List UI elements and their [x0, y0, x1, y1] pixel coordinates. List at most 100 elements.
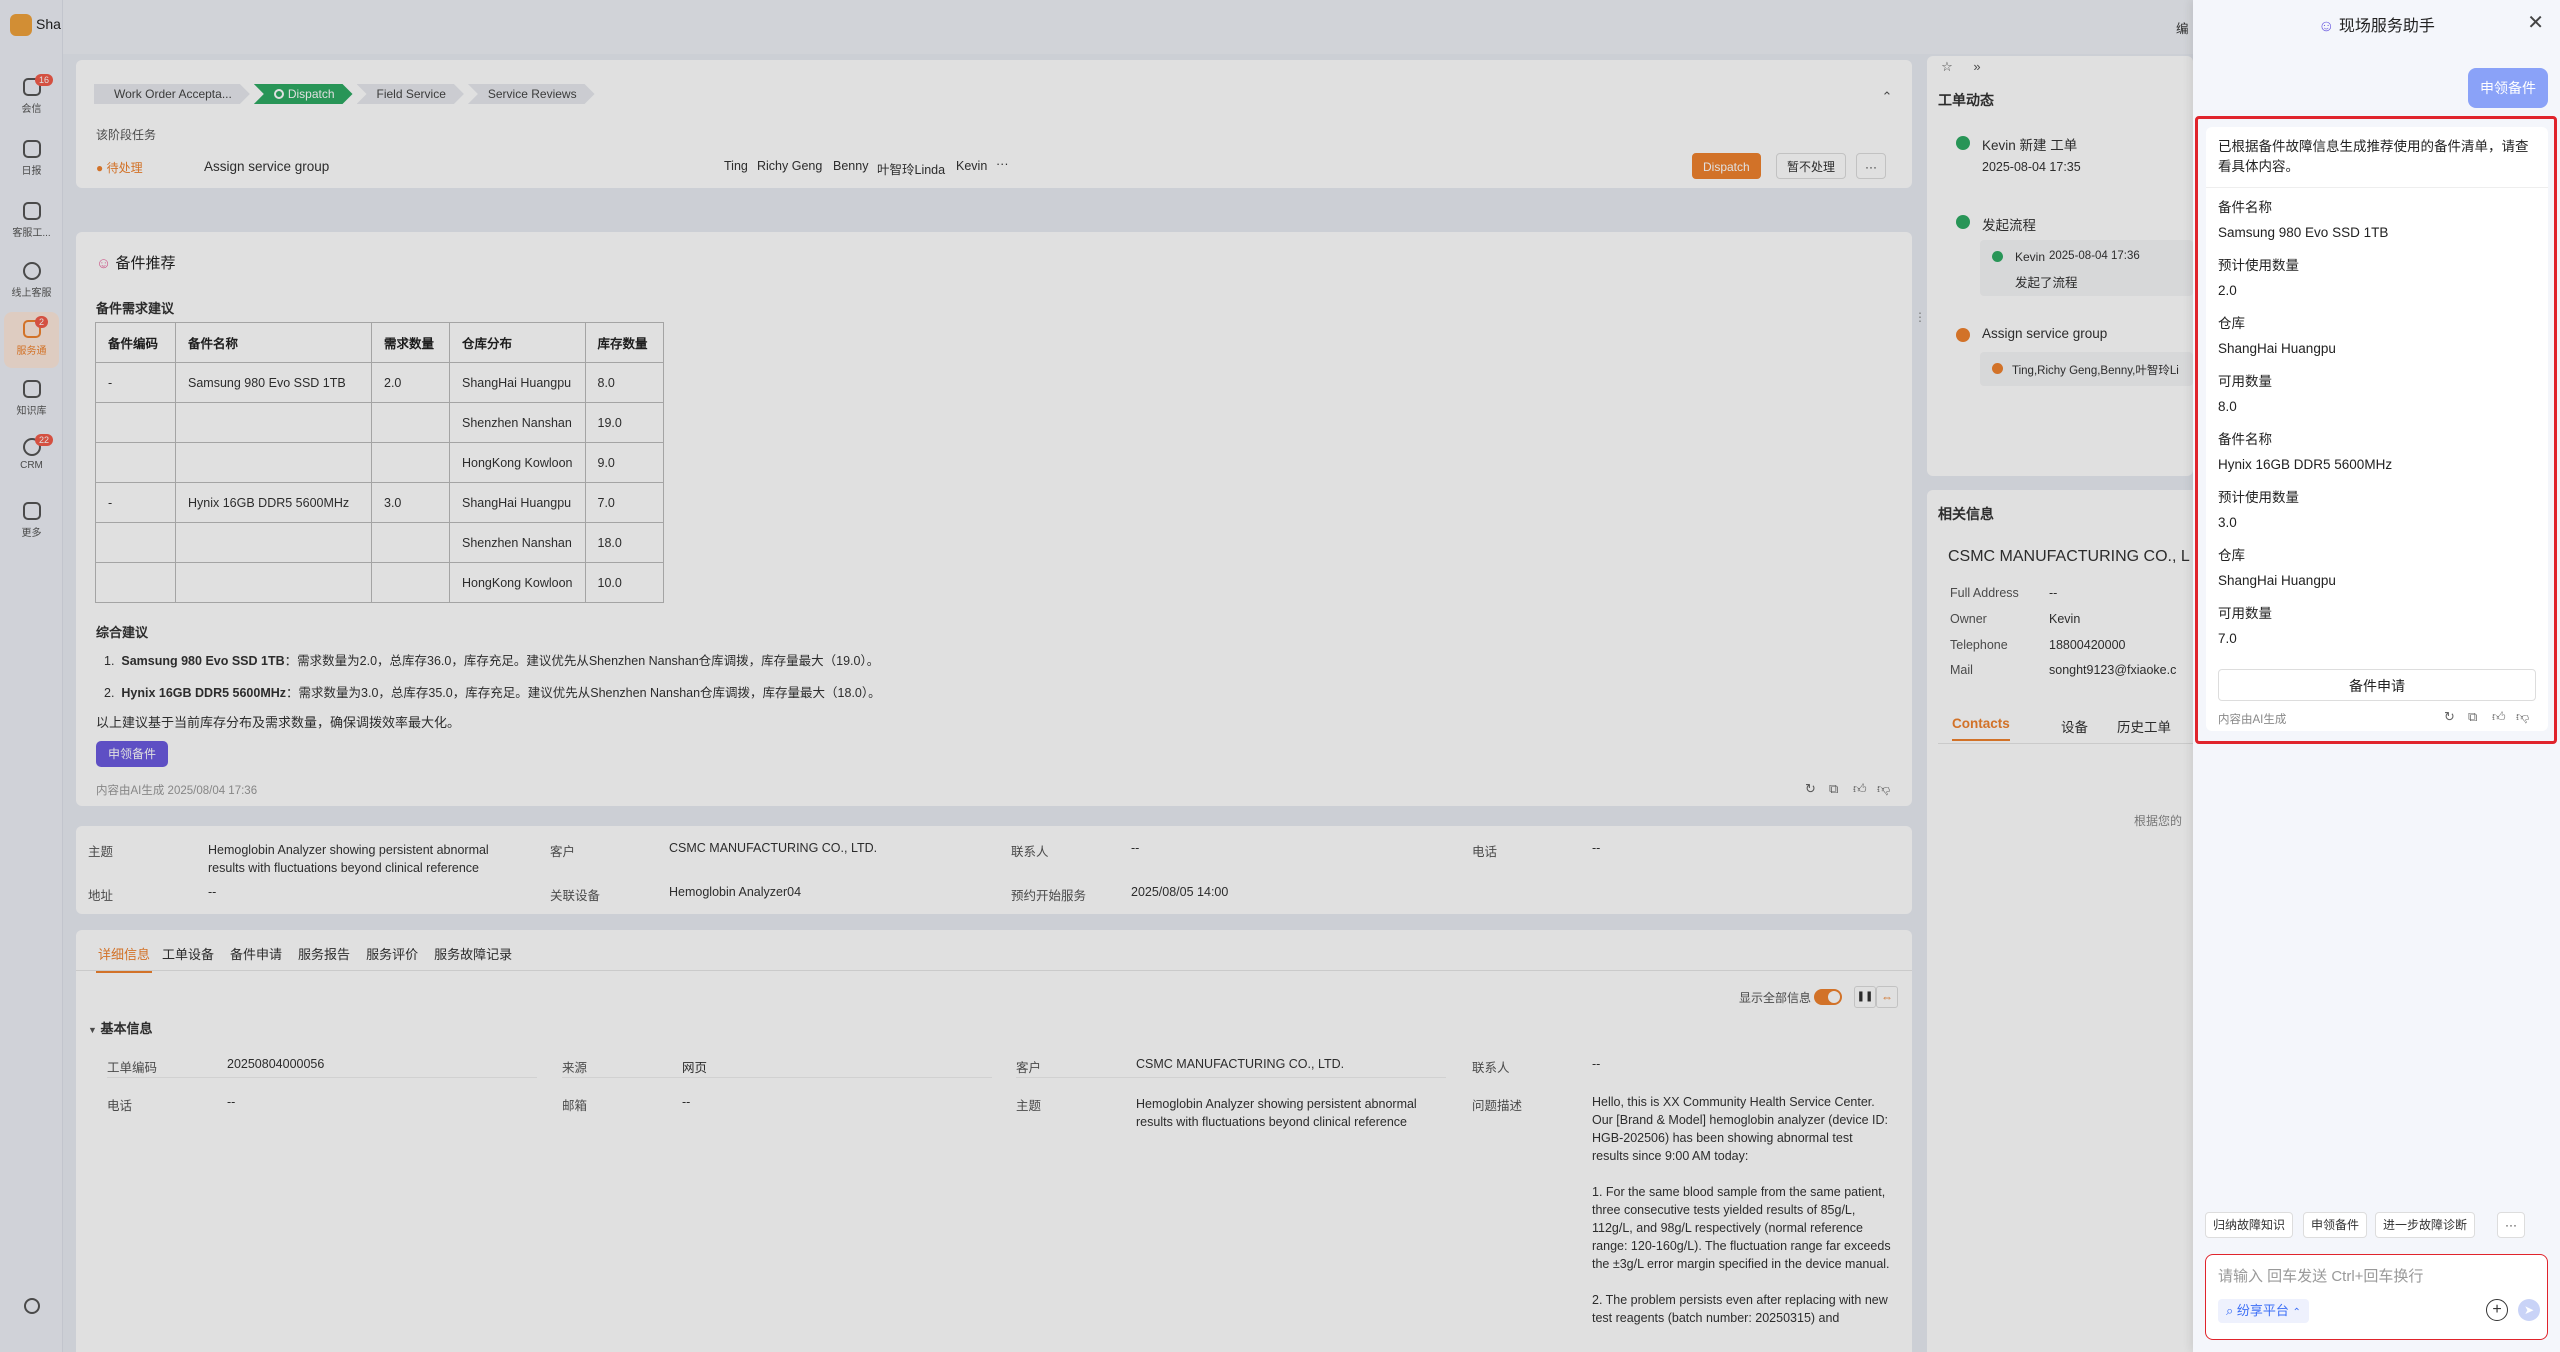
nav-label: 服务通 [16, 346, 47, 357]
apply-parts-button[interactable]: 申领备件 [96, 741, 169, 767]
nav-item-service-ticket[interactable]: 客服工... [0, 202, 63, 239]
stage-reviews[interactable]: Service Reviews [468, 84, 595, 104]
tab-details[interactable]: 详细信息 [96, 944, 153, 973]
pin-icon[interactable]: ☆ [1940, 60, 1954, 74]
parts-apply-button[interactable]: 备件申请 [2218, 669, 2536, 701]
show-all-toggle[interactable] [1814, 989, 1842, 1005]
refresh-icon[interactable]: ↻ [2444, 709, 2455, 725]
nav-item-daily[interactable]: 日报 [0, 140, 63, 177]
ai-field-label: 仓库 [2218, 316, 2245, 331]
timeline-sub-user: Kevin [2015, 250, 2046, 264]
stage-accept[interactable]: Work Order Accepta... [94, 84, 250, 104]
dispatch-button[interactable]: Dispatch [1692, 153, 1761, 179]
chip-apply-parts[interactable]: 申领备件 [2303, 1212, 2368, 1238]
basic-info-header[interactable]: ▼ 基本信息 [88, 1018, 153, 1037]
chip-further-diagnosis[interactable]: 进一步故障诊断 [2375, 1212, 2476, 1238]
ai-generated-note: 内容由AI生成 2025/08/04 17:36 [96, 785, 258, 797]
assignee-link[interactable]: Richy Geng [757, 159, 822, 173]
nav-item-crm[interactable]: 22 CRM [0, 434, 63, 471]
assignee-link[interactable]: 叶智玲Linda [877, 159, 945, 178]
app-name: Sha [36, 16, 61, 32]
tab-service-review[interactable]: 服务评价 [366, 944, 418, 973]
collapse-icon[interactable]: ⌃ [1880, 90, 1894, 104]
task-menu-button[interactable]: ··· [1856, 153, 1886, 179]
device-link[interactable]: Hemoglobin Analyzer04 [669, 885, 801, 899]
copy-icon[interactable]: ⧉ [2468, 709, 2477, 725]
tab-service-report[interactable]: 服务报告 [298, 944, 350, 973]
nav-item-knowledge[interactable]: 知识库 [0, 380, 63, 417]
table-cell: Shenzhen Nanshan [449, 402, 586, 443]
table-cell: HongKong Kowloon [449, 442, 586, 483]
assignee-link[interactable]: Kevin [956, 159, 987, 173]
send-icon[interactable]: ➤ [2518, 1299, 2540, 1321]
assignee-link[interactable]: Ting [724, 159, 748, 173]
related-tab-devices[interactable]: 设备 [2061, 716, 2088, 736]
related-address-value: -- [2049, 586, 2058, 600]
ai-field-value: Samsung 980 Evo SSD 1TB [2218, 225, 2389, 240]
related-tab-history[interactable]: 历史工单 [2117, 716, 2171, 736]
hold-button[interactable]: 暂不处理 [1776, 153, 1847, 179]
nav-item-service-hub[interactable]: 2 服务通 [0, 312, 63, 368]
chip-more[interactable]: ··· [2497, 1212, 2525, 1238]
timeline-event-title: Kevin 新建 工单 [1982, 138, 2078, 153]
thumbs-up-icon[interactable]: 👍︎ [2492, 709, 2506, 725]
description-paragraph: Hello, this is XX Community Health Servi… [1592, 1095, 1888, 1163]
tab-fault-records[interactable]: 服务故障记录 [434, 944, 512, 973]
chip-summarize-knowledge[interactable]: 归纳故障知识 [2205, 1212, 2294, 1238]
thumbs-up-icon[interactable]: 👍︎ [1853, 781, 1867, 797]
description-label: 问题描述 [1472, 1099, 1523, 1113]
ai-field-value: ShangHai Huangpu [2218, 341, 2336, 356]
ai-field-label: 预计使用数量 [2218, 258, 2299, 273]
row-layout-icon[interactable]: ⇔ [1876, 986, 1898, 1008]
row-divider [562, 1077, 992, 1078]
source-label: 来源 [562, 1061, 588, 1075]
ai-field-label: 可用数量 [2218, 374, 2272, 389]
nav-item-online-service[interactable]: 线上客服 [0, 262, 63, 299]
tab-divider [76, 970, 1912, 971]
nav-item-more[interactable]: 更多 [0, 502, 63, 539]
refresh-icon[interactable]: ↻ [1805, 781, 1816, 797]
nav-label: 客服工... [12, 228, 51, 239]
drag-handle[interactable]: ⋮ [1914, 310, 1926, 332]
summary-title: 综合建议 [96, 625, 149, 640]
customer-link[interactable]: CSMC MANUFACTURING CO., LTD. [669, 841, 877, 855]
timeline-sub-action: 发起了流程 [2015, 276, 2078, 290]
check-icon [1956, 136, 1970, 150]
table-cell: ShangHai Huangpu [449, 362, 586, 403]
ai-field-value: 8.0 [2218, 399, 2237, 414]
check-icon [1992, 251, 2003, 262]
column-layout-icon[interactable]: ❚❚ [1854, 986, 1876, 1008]
thumbs-down-icon[interactable]: 👎︎ [2516, 709, 2529, 725]
basic-customer-link[interactable]: CSMC MANUFACTURING CO., LTD. [1136, 1057, 1344, 1071]
tab-parts-request[interactable]: 备件申请 [230, 944, 282, 973]
more-assignees[interactable]: ··· [996, 157, 1009, 171]
stage-field-service[interactable]: Field Service [357, 84, 464, 104]
assignee-link[interactable]: Benny [833, 159, 868, 173]
thumbs-down-icon[interactable]: 👎︎ [1877, 781, 1890, 797]
add-icon[interactable]: + [2486, 1299, 2508, 1321]
header-edit-label[interactable]: 编 [2176, 18, 2189, 37]
stage-dispatch[interactable]: Dispatch [254, 84, 353, 104]
platform-select[interactable]: ⌕ 纷享平台 ⌃ [2218, 1299, 2309, 1323]
nav-badge: 22 [35, 434, 54, 446]
timeline-sub-people: Ting,Richy Geng,Benny,叶智玲Li [2012, 365, 2179, 377]
stage-dispatch-label: Dispatch [287, 87, 335, 101]
table-cell: 2.0 [371, 362, 450, 403]
recommend-title-row: ☺ 备件推荐 [96, 252, 176, 273]
timeline-title: 工单动态 [1938, 92, 1994, 108]
nav-badge: 16 [35, 74, 54, 86]
related-tab-contacts[interactable]: Contacts [1952, 716, 2010, 741]
search-icon: ⌕ [2226, 1303, 2234, 1318]
copy-icon[interactable]: ⧉ [1829, 781, 1838, 797]
related-company[interactable]: CSMC MANUFACTURING CO., L [1948, 548, 2193, 566]
tab-devices[interactable]: 工单设备 [162, 944, 214, 973]
nav-item-messages[interactable]: 16 会信 [0, 74, 63, 115]
summary-item-2: 2. Hynix 16GB DDR5 5600MHz：需求数量为3.0，总库存3… [104, 686, 881, 700]
close-icon[interactable]: ✕ [2527, 10, 2544, 35]
robot-icon: ☺ [96, 255, 112, 272]
settings-button[interactable] [0, 1298, 63, 1318]
expand-icon[interactable]: » [1970, 60, 1984, 74]
timeline-sub-event [1980, 240, 2193, 296]
chat-input[interactable]: 请输入 回车发送 Ctrl+回车换行 [2218, 1265, 2423, 1286]
nav-label: 更多 [21, 528, 42, 539]
